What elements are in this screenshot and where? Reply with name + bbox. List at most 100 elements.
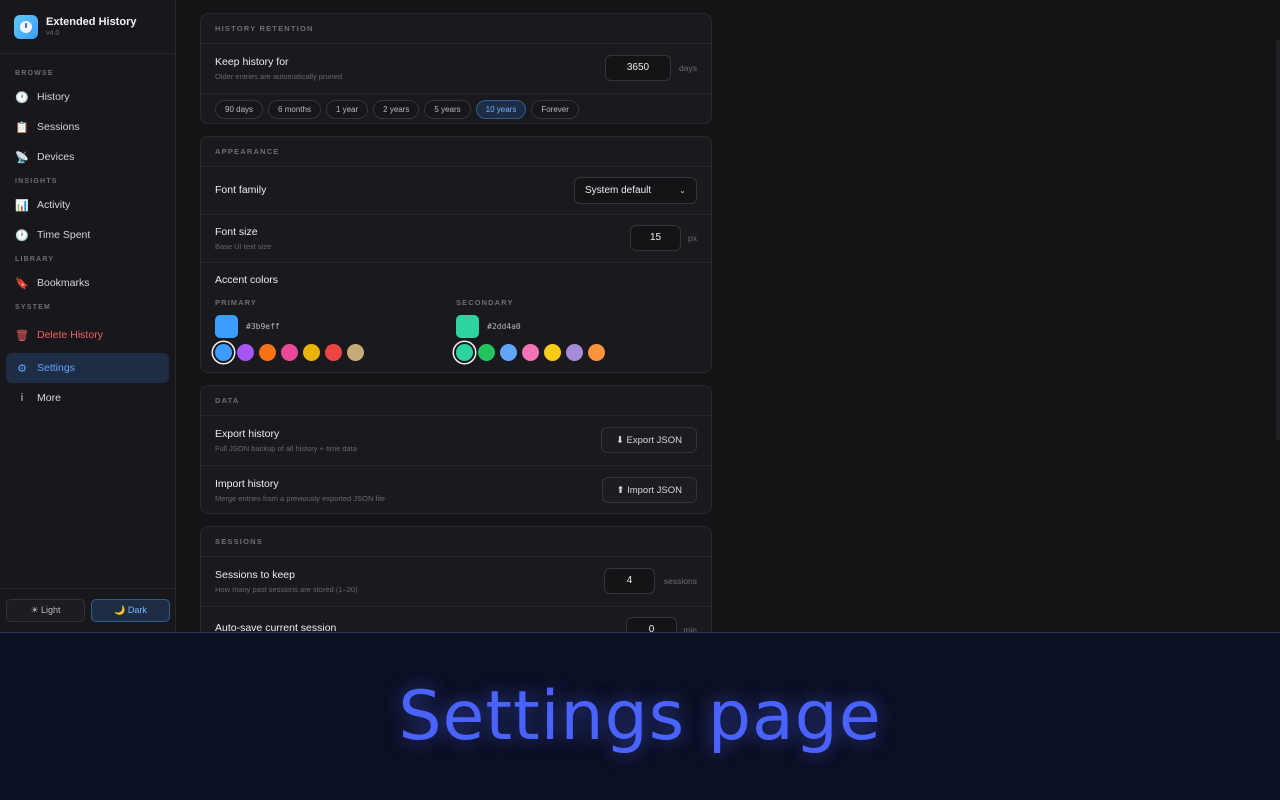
autosave-row: Auto-save current session 0 min	[201, 607, 711, 632]
sidebar-item-label: Activity	[37, 199, 71, 211]
app-version: v4.0	[46, 30, 60, 37]
sidebar-item-activity[interactable]: 📊 Activity	[6, 190, 169, 220]
card-heading: APPEARANCE	[201, 137, 711, 167]
trash-icon: 🗑	[15, 329, 29, 342]
accent-label: SECONDARY	[456, 298, 514, 307]
sidebar-item-label: History	[37, 91, 70, 103]
select-value: System default	[585, 185, 652, 196]
preset-chip-selected[interactable]: 10 years	[475, 99, 527, 119]
color-swatch[interactable]	[522, 344, 539, 361]
history-retention-card: HISTORY RETENTION Keep history for Older…	[200, 13, 712, 124]
caption-banner: Settings page	[0, 632, 1280, 800]
appearance-card: APPEARANCE Font family System default ⌄ …	[200, 136, 712, 373]
color-swatch[interactable]	[259, 344, 276, 361]
preset-chip[interactable]: 5 years	[424, 99, 471, 119]
color-swatch[interactable]	[303, 344, 320, 361]
retention-presets: 90 days 6 months 1 year 2 years 5 years …	[201, 94, 711, 123]
card-heading: HISTORY RETENTION	[201, 14, 711, 44]
primary-hex: #3b9eff	[246, 322, 280, 331]
clock-icon: 🕐	[15, 91, 29, 104]
clipboard-icon: 📋	[15, 121, 29, 134]
preset-chip[interactable]: Forever	[531, 99, 579, 119]
accent-colors-row: Accent colors PRIMARY #3b9eff SECONDARY	[201, 263, 711, 372]
retention-unit: days	[679, 63, 697, 73]
sidebar-item-sessions[interactable]: 📋 Sessions	[6, 112, 169, 142]
sidebar-item-bookmarks[interactable]: 🔖 Bookmarks	[6, 268, 169, 298]
font-family-row: Font family System default ⌄	[201, 167, 711, 215]
sidebar-item-label: Time Spent	[37, 229, 91, 241]
nav-section-system: SYSTEM	[15, 304, 51, 311]
retention-days-input[interactable]: 3650	[605, 55, 671, 81]
export-history-row: Export history Full JSON backup of all h…	[201, 416, 711, 466]
font-size-unit: px	[688, 233, 697, 243]
font-size-input[interactable]: 15	[630, 225, 681, 251]
color-swatch[interactable]	[325, 344, 342, 361]
app-logo-clock-icon	[14, 14, 38, 39]
preset-chip[interactable]: 90 days	[215, 99, 264, 119]
nav-section-insights: INSIGHTS	[15, 178, 58, 185]
settings-main: HISTORY RETENTION Keep history for Older…	[176, 0, 1280, 632]
sidebar-item-label: Bookmarks	[37, 277, 90, 289]
bookmark-icon: 🔖	[15, 277, 29, 290]
sidebar-item-devices[interactable]: 📡 Devices	[6, 142, 169, 172]
card-heading: SESSIONS	[201, 527, 711, 557]
color-swatch[interactable]	[347, 344, 364, 361]
color-swatch[interactable]	[281, 344, 298, 361]
sidebar-item-label: Settings	[37, 362, 75, 374]
sidebar-item-label: Delete History	[37, 329, 103, 341]
import-json-button[interactable]: ⬆ Import JSON	[601, 477, 697, 503]
font-size-row: Font size Base UI text size 15 px	[201, 215, 711, 263]
sessions-unit: sessions	[663, 576, 697, 586]
row-title: Accent colors	[215, 274, 279, 286]
export-json-button[interactable]: ⬇ Export JSON	[600, 427, 697, 453]
nav-section-browse: BROWSE	[15, 70, 54, 77]
color-swatch[interactable]	[544, 344, 561, 361]
primary-color-preview[interactable]	[215, 315, 238, 338]
theme-switcher: ☀ Light 🌙 Dark	[0, 588, 176, 632]
accent-label: PRIMARY	[215, 298, 258, 307]
app-name: Extended History	[46, 16, 137, 28]
data-card: DATA Export history Full JSON backup of …	[200, 385, 712, 514]
row-subtitle: Base UI text size	[215, 242, 272, 251]
preset-chip[interactable]: 1 year	[325, 99, 369, 119]
sessions-to-keep-row: Sessions to keep How many past sessions …	[201, 557, 711, 607]
app-window: Extended History v4.0 BROWSE 🕐 History 📋…	[0, 0, 1280, 632]
preset-chip[interactable]: 2 years	[373, 99, 420, 119]
primary-accent: PRIMARY #3b9eff	[215, 298, 456, 361]
clock-icon: 🕐	[15, 229, 29, 242]
primary-swatches	[215, 344, 456, 361]
gear-icon: ⚙	[17, 362, 27, 375]
sidebar-item-time-spent[interactable]: 🕐 Time Spent	[6, 220, 169, 250]
color-swatch[interactable]	[500, 344, 517, 361]
color-swatch[interactable]	[588, 344, 605, 361]
color-swatch[interactable]	[456, 344, 473, 361]
color-swatch[interactable]	[566, 344, 583, 361]
info-icon: i	[20, 392, 24, 404]
row-title: Auto-save current session	[215, 622, 337, 632]
sidebar-item-history[interactable]: 🕐 History	[6, 82, 169, 112]
sidebar-item-label: More	[37, 392, 61, 404]
autosave-minutes-input[interactable]: 0	[626, 617, 677, 632]
keep-history-row: Keep history for Older entries are autom…	[201, 44, 711, 94]
preset-chip[interactable]: 6 months	[268, 99, 321, 119]
dark-theme-button[interactable]: 🌙 Dark	[91, 599, 170, 622]
scrollbar[interactable]	[1276, 40, 1280, 440]
sidebar: Extended History v4.0 BROWSE 🕐 History 📋…	[0, 0, 176, 632]
color-swatch[interactable]	[215, 344, 232, 361]
chevron-down-icon: ⌄	[679, 186, 686, 195]
font-family-select[interactable]: System default ⌄	[574, 177, 697, 204]
sessions-count-input[interactable]: 4	[604, 568, 655, 594]
bar-chart-icon: 📊	[15, 199, 29, 212]
color-swatch[interactable]	[237, 344, 254, 361]
light-theme-button[interactable]: ☀ Light	[6, 599, 85, 622]
secondary-color-preview[interactable]	[456, 315, 479, 338]
satellite-icon: 📡	[15, 151, 29, 164]
sidebar-item-label: Devices	[37, 151, 75, 163]
import-history-row: Import history Merge entries from a prev…	[201, 466, 711, 513]
row-title: Font size	[215, 226, 258, 238]
sidebar-item-settings[interactable]: ⚙ Settings	[6, 353, 169, 383]
sidebar-item-delete-history[interactable]: 🗑 Delete History	[6, 320, 169, 350]
brand: Extended History v4.0	[0, 0, 175, 54]
sidebar-item-more[interactable]: i More	[6, 383, 169, 413]
color-swatch[interactable]	[478, 344, 495, 361]
